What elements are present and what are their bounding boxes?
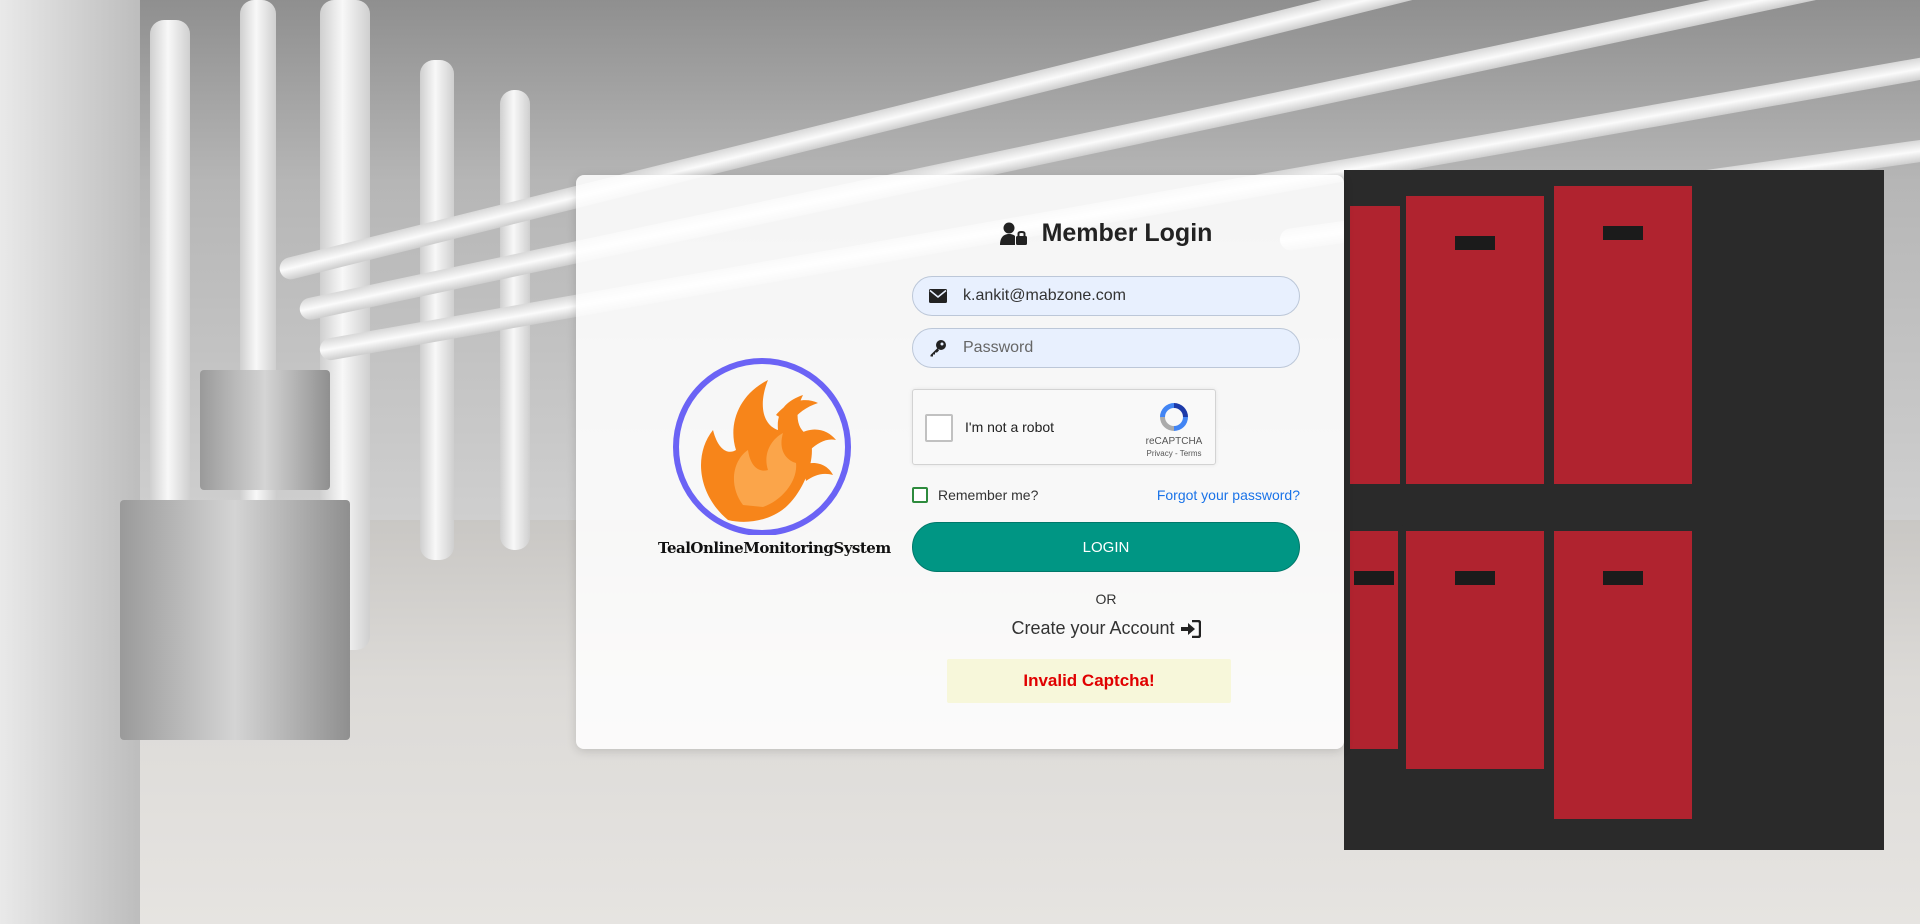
- recaptcha-icon: [1160, 403, 1188, 431]
- login-title: Member Login: [912, 219, 1300, 248]
- create-account-label: Create your Account: [1011, 618, 1175, 638]
- recaptcha-label: I'm not a robot: [965, 419, 1055, 435]
- envelope-icon: [913, 289, 963, 303]
- logo-text: TealOnlineMonitoringSystem: [658, 539, 891, 557]
- logo: TealOnlineMonitoringSystem: [658, 355, 891, 580]
- background-equipment: [120, 500, 350, 740]
- recaptcha-brand: reCAPTCHA: [1145, 436, 1203, 447]
- password-field[interactable]: [963, 339, 1299, 357]
- background-cabinet: [1400, 190, 1550, 490]
- login-card: TealOnlineMonitoringSystem Member Login: [576, 175, 1344, 749]
- background-cabinet: [1548, 180, 1698, 490]
- or-divider: OR: [1095, 591, 1117, 607]
- remember-me[interactable]: Remember me?: [912, 487, 1038, 503]
- remember-me-label: Remember me?: [938, 487, 1039, 503]
- logo-emblem-icon: [673, 358, 851, 535]
- recaptcha-links[interactable]: Privacy - Terms: [1138, 449, 1210, 458]
- recaptcha-checkbox[interactable]: [925, 414, 953, 442]
- email-field-wrapper: [912, 276, 1300, 316]
- create-account-link[interactable]: Create your Account: [912, 618, 1300, 639]
- background-cabinet: [1344, 525, 1404, 755]
- password-field-wrapper: [912, 328, 1300, 368]
- background-equipment: [200, 370, 330, 490]
- background-column: [420, 60, 454, 560]
- background-column: [150, 20, 190, 580]
- error-alert: Invalid Captcha!: [947, 659, 1231, 703]
- background-wall: [0, 0, 140, 924]
- background-cabinet: [1548, 525, 1698, 825]
- login-button[interactable]: LOGIN: [912, 522, 1300, 572]
- page-title: Member Login: [1041, 219, 1213, 247]
- recaptcha-widget: I'm not a robot reCAPTCHA Privacy - Term…: [912, 389, 1216, 465]
- sign-in-icon: [1180, 619, 1201, 638]
- remember-me-checkbox[interactable]: [912, 487, 928, 503]
- forgot-password-link[interactable]: Forgot your password?: [1157, 487, 1300, 503]
- background-cabinet: [1400, 525, 1550, 775]
- email-field[interactable]: [963, 287, 1299, 305]
- key-icon: [913, 339, 963, 357]
- user-lock-icon: [999, 222, 1027, 245]
